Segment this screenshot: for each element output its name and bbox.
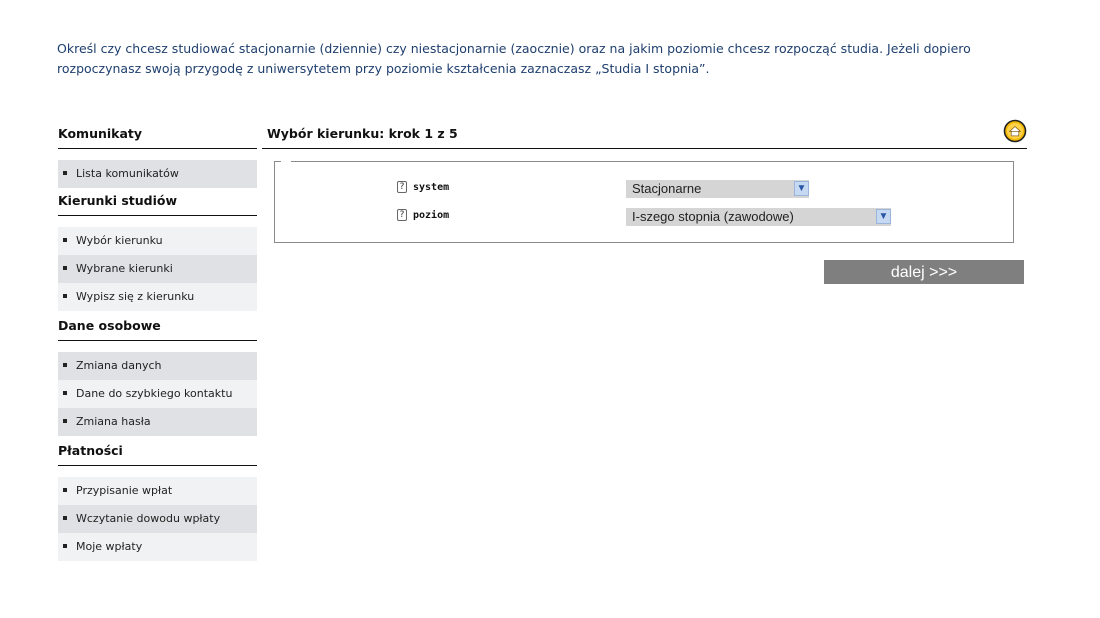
bullet-icon bbox=[63, 294, 67, 298]
sidebar-item-label: Moje wpłaty bbox=[76, 540, 143, 553]
chevron-down-icon[interactable]: ▼ bbox=[876, 209, 891, 224]
chevron-down-icon[interactable]: ▼ bbox=[794, 181, 809, 196]
step-form: ? system Stacjonarne ▼ ? poziom I-szego … bbox=[274, 161, 1014, 243]
help-icon[interactable]: ? bbox=[397, 209, 407, 221]
title-divider bbox=[262, 148, 1027, 149]
sidebar-item-label: Wybór kierunku bbox=[76, 234, 163, 247]
sidebar-item-dane-kontakt[interactable]: Dane do szybkiego kontaktu bbox=[58, 380, 257, 408]
section-heading-dane-osobowe: Dane osobowe bbox=[58, 311, 257, 341]
sidebar-item-label: Zmiana danych bbox=[76, 359, 162, 372]
sidebar-item-wczytanie-dowodu[interactable]: Wczytanie dowodu wpłaty bbox=[58, 505, 257, 533]
sidebar-item-label: Zmiana hasła bbox=[76, 415, 151, 428]
help-icon[interactable]: ? bbox=[397, 181, 407, 193]
bullet-icon bbox=[63, 391, 67, 395]
page-title: Wybór kierunku: krok 1 z 5 bbox=[267, 126, 458, 141]
system-select[interactable]: Stacjonarne ▼ bbox=[626, 180, 809, 198]
bullet-icon bbox=[63, 516, 67, 520]
intro-line-1: Określ czy chcesz studiować stacjonarnie… bbox=[57, 41, 971, 56]
sidebar-item-label: Dane do szybkiego kontaktu bbox=[76, 387, 233, 400]
intro-line-2: rozpoczynasz swoją przygodę z uniwersyte… bbox=[57, 61, 710, 76]
system-label: system bbox=[413, 182, 450, 193]
sidebar-item-przypisanie-wplat[interactable]: Przypisanie wpłat bbox=[58, 477, 257, 505]
bullet-icon bbox=[63, 363, 67, 367]
poziom-label: poziom bbox=[413, 210, 450, 221]
sidebar-item-label: Lista komunikatów bbox=[76, 167, 179, 180]
bullet-icon bbox=[63, 171, 67, 175]
bullet-icon bbox=[63, 544, 67, 548]
sidebar-item-label: Wczytanie dowodu wpłaty bbox=[76, 512, 221, 525]
sidebar-item-label: Przypisanie wpłat bbox=[76, 484, 173, 497]
form-row-poziom: ? poziom I-szego stopnia (zawodowe) ▼ bbox=[275, 208, 1013, 228]
sidebar-item-label: Wybrane kierunki bbox=[76, 262, 173, 275]
bullet-icon bbox=[63, 488, 67, 492]
bullet-icon bbox=[63, 266, 67, 270]
home-icon[interactable] bbox=[1003, 119, 1027, 143]
next-button[interactable]: dalej >>> bbox=[824, 260, 1024, 284]
bullet-icon bbox=[63, 419, 67, 423]
sidebar-item-moje-wplaty[interactable]: Moje wpłaty bbox=[58, 533, 257, 561]
poziom-select-value: I-szego stopnia (zawodowe) bbox=[632, 209, 794, 224]
section-heading-komunikaty: Komunikaty bbox=[58, 118, 257, 149]
sidebar-item-wybrane-kierunki[interactable]: Wybrane kierunki bbox=[58, 255, 257, 283]
sidebar-item-lista-komunikatow[interactable]: Lista komunikatów bbox=[58, 160, 257, 188]
intro-text: Określ czy chcesz studiować stacjonarnie… bbox=[57, 39, 1057, 79]
sidebar: Komunikaty Lista komunikatów Kierunki st… bbox=[58, 118, 257, 561]
poziom-select[interactable]: I-szego stopnia (zawodowe) ▼ bbox=[626, 208, 891, 226]
sidebar-item-zmiana-danych[interactable]: Zmiana danych bbox=[58, 352, 257, 380]
system-select-value: Stacjonarne bbox=[632, 181, 702, 196]
sidebar-item-label: Wypisz się z kierunku bbox=[76, 290, 195, 303]
form-row-system: ? system Stacjonarne ▼ bbox=[275, 180, 1013, 200]
sidebar-item-wypisz-sie[interactable]: Wypisz się z kierunku bbox=[58, 283, 257, 311]
section-heading-platnosci: Płatności bbox=[58, 436, 257, 466]
sidebar-item-zmiana-hasla[interactable]: Zmiana hasła bbox=[58, 408, 257, 436]
section-heading-kierunki: Kierunki studiów bbox=[58, 186, 257, 216]
bullet-icon bbox=[63, 238, 67, 242]
sidebar-item-wybor-kierunku[interactable]: Wybór kierunku bbox=[58, 227, 257, 255]
